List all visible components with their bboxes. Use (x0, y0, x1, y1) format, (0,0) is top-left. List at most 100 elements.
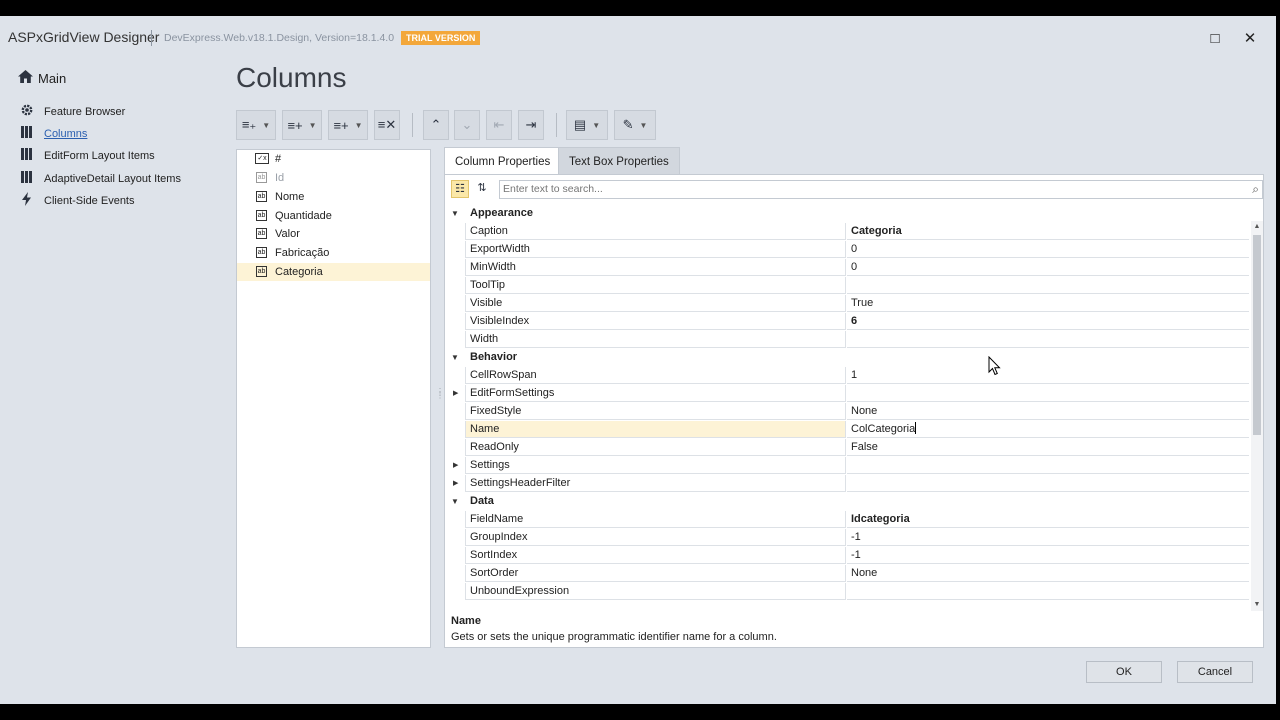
expand-icon[interactable]: ▶ (453, 457, 458, 474)
nav-item-label: Feature Browser (44, 106, 126, 118)
property-value[interactable] (847, 331, 1249, 348)
move-down-button[interactable]: ⌄ (454, 110, 480, 140)
property-name: UnboundExpression (465, 583, 846, 600)
property-row-caption[interactable]: Caption Categoria (445, 223, 1249, 241)
property-value[interactable]: -1 (847, 547, 1249, 564)
change-column-type-button[interactable]: ▤ ▼ (566, 110, 608, 140)
property-value[interactable]: 1 (847, 367, 1249, 384)
scroll-up-icon[interactable]: ▲ (1251, 221, 1263, 233)
chevron-down-icon: ▼ (308, 120, 317, 130)
property-row-tooltip[interactable]: ToolTip (445, 277, 1249, 295)
property-value-editor[interactable]: ColCategoria (847, 421, 1249, 438)
property-row-visibleindex[interactable]: VisibleIndex 6 (445, 313, 1249, 331)
property-value[interactable]: False (847, 439, 1249, 456)
property-search-input[interactable] (500, 181, 1233, 197)
close-button[interactable]: ✕ (1241, 30, 1259, 48)
property-value[interactable] (847, 277, 1249, 294)
tab-text-box-properties[interactable]: Text Box Properties (558, 147, 680, 175)
add-child-column-button[interactable]: ≡+ ▼ (328, 110, 368, 140)
change-type-icon: ▤ (573, 117, 587, 132)
property-value[interactable]: Categoria (847, 223, 1249, 240)
columns-list: ✓x # ab Id ab Nome ab Quantidade ab Valo… (236, 149, 431, 648)
add-column-button[interactable]: ≡₊ ▼ (236, 110, 276, 140)
property-row-width[interactable]: Width (445, 331, 1249, 349)
property-row-groupindex[interactable]: GroupIndex -1 (445, 529, 1249, 547)
column-item-fabricacao[interactable]: ab Fabricação (237, 244, 430, 262)
alphabetical-sort-button[interactable]: ⇅ (473, 180, 491, 198)
property-value[interactable] (847, 583, 1249, 600)
property-row-settings[interactable]: ▶ Settings (445, 457, 1249, 475)
property-value[interactable]: True (847, 295, 1249, 312)
ok-button[interactable]: OK (1086, 661, 1162, 683)
property-row-settingsheaderfilter[interactable]: ▶ SettingsHeaderFilter (445, 475, 1249, 493)
move-up-button[interactable]: ⌃ (423, 110, 449, 140)
move-left-button[interactable]: ⇤ (486, 110, 512, 140)
category-appearance[interactable]: ▼ Appearance (445, 205, 1249, 223)
category-label: Data (470, 495, 494, 507)
property-row-visible[interactable]: Visible True (445, 295, 1249, 313)
property-value[interactable] (847, 475, 1249, 492)
categorized-view-button[interactable]: ☷ (451, 180, 469, 198)
nav-item-feature-browser[interactable]: Feature Browser (20, 103, 125, 121)
property-value[interactable]: Idcategoria (847, 511, 1249, 528)
nav-item-adaptivedetail-layout-items[interactable]: AdaptiveDetail Layout Items (20, 170, 181, 188)
nav-item-editform-layout-items[interactable]: EditForm Layout Items (20, 147, 155, 165)
scrollbar-thumb[interactable] (1253, 235, 1261, 435)
remove-column-button[interactable]: ≡✕ (374, 110, 400, 140)
property-row-readonly[interactable]: ReadOnly False (445, 439, 1249, 457)
property-row-name[interactable]: Name ColCategoria (445, 421, 1249, 439)
property-name: Caption (465, 223, 846, 240)
expand-icon[interactable]: ▶ (453, 475, 458, 492)
property-value[interactable]: None (847, 565, 1249, 582)
column-item-command[interactable]: ✓x # (237, 150, 430, 168)
chevron-down-icon: ▼ (354, 120, 363, 130)
property-value[interactable]: 6 (847, 313, 1249, 330)
property-name: ReadOnly (465, 439, 846, 456)
expand-icon[interactable]: ▶ (453, 385, 458, 402)
column-item-categoria[interactable]: ab Categoria (237, 263, 430, 281)
property-row-fixedstyle[interactable]: FixedStyle None (445, 403, 1249, 421)
property-value[interactable]: None (847, 403, 1249, 420)
nav-main[interactable]: Main (18, 70, 66, 86)
category-data[interactable]: ▼ Data (445, 493, 1249, 511)
tab-column-properties[interactable]: Column Properties (444, 147, 562, 175)
property-grid-scrollbar[interactable]: ▲ ▼ (1251, 221, 1263, 611)
property-value[interactable] (847, 457, 1249, 474)
insert-column-button[interactable]: ≡+ ▼ (282, 110, 322, 140)
collapse-icon[interactable]: ▼ (451, 205, 459, 222)
property-value[interactable]: 0 (847, 259, 1249, 276)
category-behavior[interactable]: ▼ Behavior (445, 349, 1249, 367)
scroll-down-icon[interactable]: ▼ (1251, 599, 1263, 611)
property-row-editformsettings[interactable]: ▶ EditFormSettings (445, 385, 1249, 403)
column-item-quantidade[interactable]: ab Quantidade (237, 207, 430, 225)
column-item-label: Nome (275, 191, 305, 203)
nav-item-client-side-events[interactable]: Client-Side Events (20, 192, 135, 210)
property-row-fieldname[interactable]: FieldName Idcategoria (445, 511, 1249, 529)
column-item-nome[interactable]: ab Nome (237, 188, 430, 206)
property-row-exportwidth[interactable]: ExportWidth 0 (445, 241, 1249, 259)
column-item-id[interactable]: ab Id (237, 169, 430, 187)
property-value[interactable]: -1 (847, 529, 1249, 546)
property-row-unboundexpression[interactable]: UnboundExpression (445, 583, 1249, 601)
collapse-icon[interactable]: ▼ (451, 493, 459, 510)
maximize-button[interactable]: □ (1206, 30, 1224, 48)
nav-main-label: Main (38, 71, 67, 86)
column-item-valor[interactable]: ab Valor (237, 225, 430, 243)
move-right-button[interactable]: ⇥ (518, 110, 544, 140)
cancel-button[interactable]: Cancel (1177, 661, 1253, 683)
property-value[interactable] (847, 385, 1249, 402)
panel-splitter[interactable]: ⋮ ⋮ (436, 388, 444, 406)
property-row-cellrowspan[interactable]: CellRowSpan 1 (445, 367, 1249, 385)
nav-item-columns[interactable]: Columns (20, 125, 87, 143)
chevron-down-icon: ⌄ (461, 117, 473, 132)
property-grid: ▼ Appearance Caption Categoria ExportWid… (445, 205, 1249, 607)
property-value[interactable]: 0 (847, 241, 1249, 258)
screen-top-strip (0, 0, 1280, 16)
property-row-minwidth[interactable]: MinWidth 0 (445, 259, 1249, 277)
property-row-sortindex[interactable]: SortIndex -1 (445, 547, 1249, 565)
property-row-sortorder[interactable]: SortOrder None (445, 565, 1249, 583)
retrieve-fields-button[interactable]: ✎ ▼ (614, 110, 656, 140)
nav-item-label: AdaptiveDetail Layout Items (44, 173, 181, 185)
collapse-icon[interactable]: ▼ (451, 349, 459, 366)
data-column-icon: ab (256, 172, 267, 183)
